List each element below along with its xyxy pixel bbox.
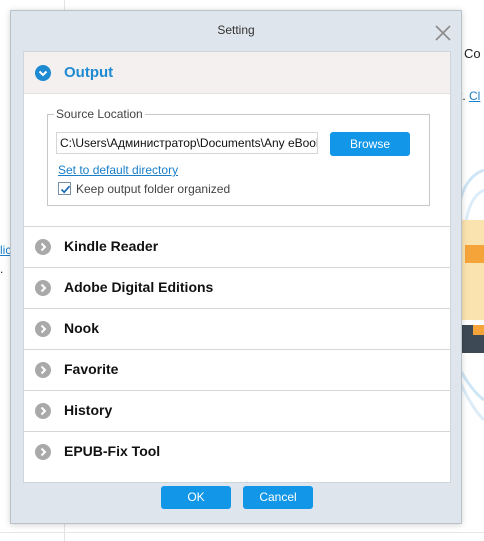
section-epub-fix-tool[interactable]: EPUB-Fix Tool — [24, 431, 450, 472]
background-text-2: . — [0, 262, 4, 276]
cancel-button[interactable]: Cancel — [243, 486, 313, 509]
section-favorite[interactable]: Favorite — [24, 349, 450, 390]
dialog-title: Setting — [217, 23, 255, 37]
section-label: History — [64, 402, 113, 418]
section-output-header[interactable]: Output — [24, 52, 450, 94]
chevron-right-icon — [35, 239, 51, 255]
chevron-right-icon — [35, 321, 51, 337]
chevron-right-icon — [35, 403, 51, 419]
section-label: Nook — [64, 320, 99, 336]
section-label: Favorite — [64, 361, 119, 377]
section-label: Adobe Digital Editions — [64, 279, 214, 295]
settings-panel: Output Source Location C:\Users\Админист… — [23, 51, 451, 483]
source-location-group: Source Location C:\Users\Администратор\D… — [47, 107, 430, 206]
settings-dialog: Setting Output Source Location C:\Users\… — [10, 10, 462, 524]
section-history[interactable]: History — [24, 390, 450, 431]
background-link-1[interactable]: Cl — [469, 89, 480, 103]
close-icon[interactable] — [433, 23, 453, 43]
section-nook[interactable]: Nook — [24, 308, 450, 349]
section-label: EPUB-Fix Tool — [64, 443, 161, 459]
background-text-1: t. Cl — [459, 89, 480, 103]
source-location-legend: Source Location — [54, 107, 145, 121]
background-divider-bottom — [0, 532, 484, 533]
ok-button[interactable]: OK — [161, 486, 231, 509]
section-output-label: Output — [64, 64, 114, 81]
chevron-right-icon — [35, 280, 51, 296]
keep-organized-label: Keep output folder organized — [76, 182, 231, 196]
section-adobe-digital-editions[interactable]: Adobe Digital Editions — [24, 267, 450, 308]
background-heading: Co — [464, 46, 481, 61]
checkmark-icon — [60, 185, 71, 194]
chevron-right-icon — [35, 362, 51, 378]
chevron-down-icon — [35, 65, 51, 81]
set-default-directory-link[interactable]: Set to default directory — [58, 163, 178, 177]
chevron-right-icon — [35, 444, 51, 460]
output-path-field[interactable]: C:\Users\Администратор\Documents\Any eBo… — [56, 132, 318, 154]
section-kindle-reader[interactable]: Kindle Reader — [24, 226, 450, 267]
browse-button[interactable]: Browse — [330, 132, 410, 156]
section-label: Kindle Reader — [64, 238, 159, 254]
keep-organized-checkbox[interactable] — [58, 182, 71, 195]
